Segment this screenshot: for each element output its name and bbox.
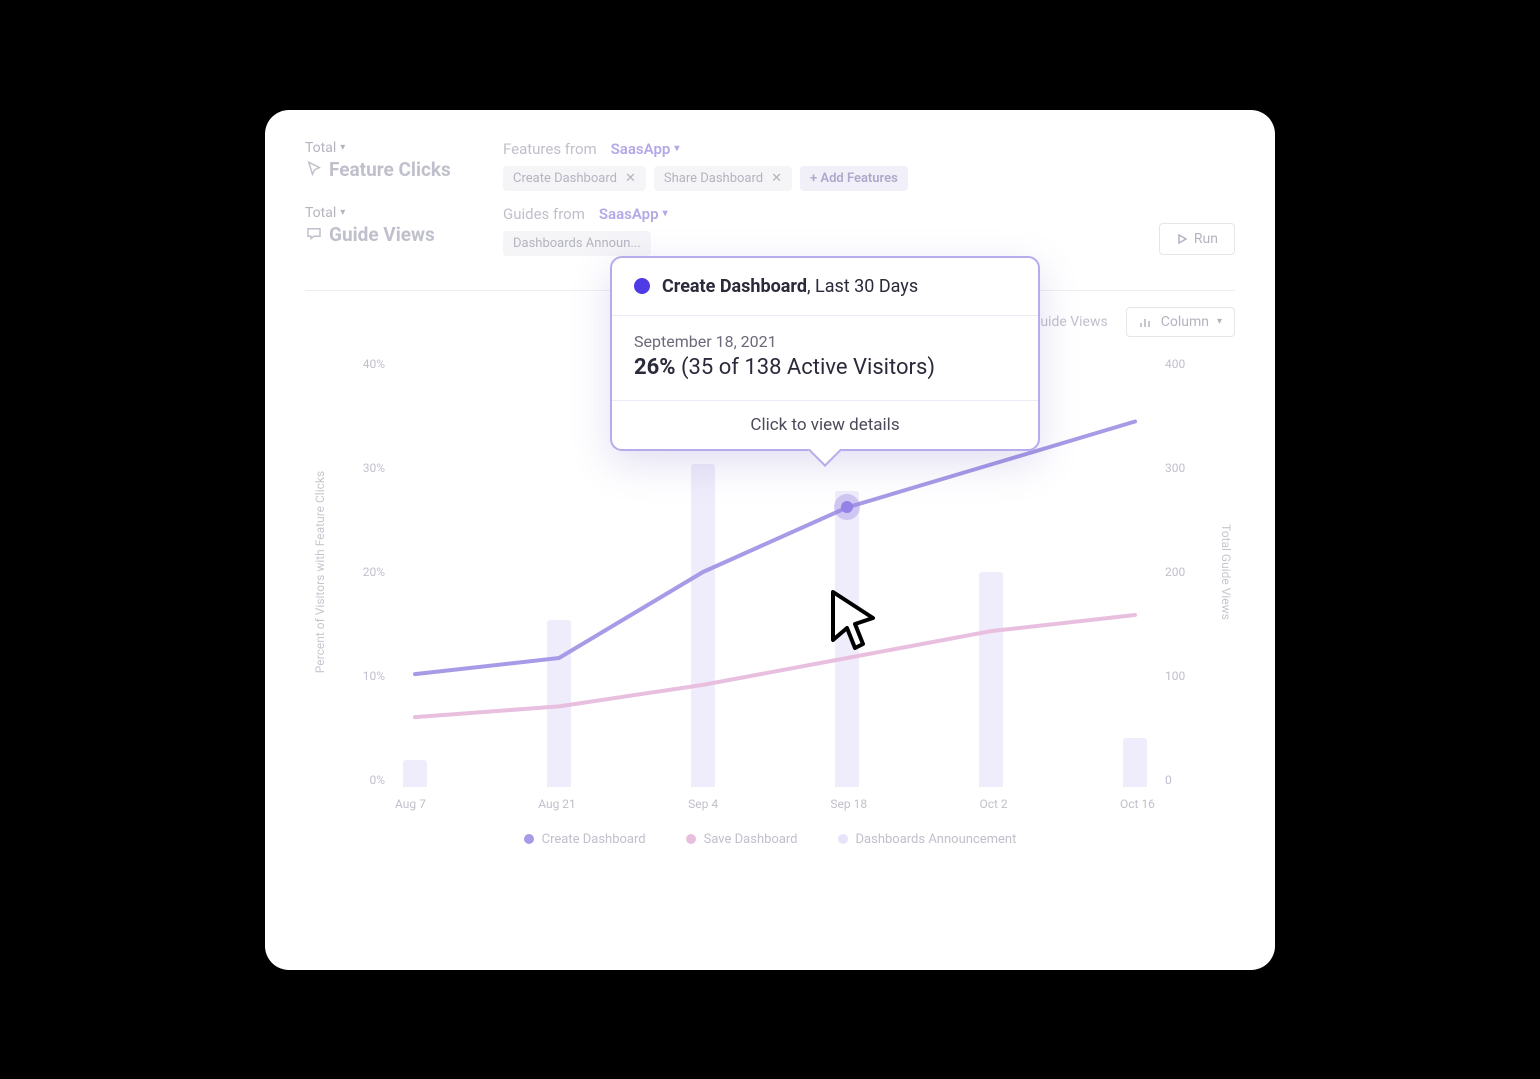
y-tick: 20% [335, 565, 385, 579]
chip-label: Dashboards Announ... [513, 236, 641, 251]
legend-label: Save Dashboard [704, 832, 798, 847]
chevron-down-icon: ▾ [674, 143, 679, 154]
guides-metric-block: Total ▾ Guide Views [305, 205, 475, 246]
guide-chip: Dashboards Announ... [503, 231, 651, 256]
chevron-down-icon: ▾ [340, 142, 345, 153]
legend-dot [524, 834, 534, 844]
cursor-icon [305, 160, 323, 178]
legend-item: Dashboards Announcement [838, 832, 1017, 847]
features-from-label: Features from [503, 140, 597, 158]
tooltip-percent: 26% [634, 355, 676, 380]
tooltip-header: Create Dashboard, Last 30 Days [612, 258, 1038, 316]
x-tick: Sep 4 [688, 797, 718, 811]
y-tick: 0% [335, 773, 385, 787]
legend-label: Create Dashboard [542, 832, 646, 847]
feature-chip: Create Dashboard ✕ [503, 166, 646, 191]
play-icon [1176, 233, 1188, 245]
x-axis: Aug 7 Aug 21 Sep 4 Sep 18 Oct 2 Oct 16 [395, 797, 1155, 811]
chip-label: Share Dashboard [664, 171, 763, 186]
guides-app-name: SaasApp [599, 205, 659, 223]
guide-views-title: Guide Views [305, 223, 475, 246]
tooltip-period: Last 30 Days [815, 276, 918, 297]
x-tick: Aug 7 [395, 797, 426, 811]
x-tick: Sep 18 [830, 797, 867, 811]
y-tick: 200 [1165, 565, 1215, 579]
features-metric-block: Total ▾ Feature Clicks [305, 140, 475, 181]
features-total-select[interactable]: Total ▾ [305, 140, 475, 156]
guides-chips: Dashboards Announ... [503, 231, 1159, 256]
y-tick: 40% [335, 357, 385, 371]
y-axis-right-label: Total Guide Views [1219, 524, 1233, 620]
run-button[interactable]: Run [1159, 223, 1235, 255]
features-total-label: Total [305, 140, 336, 156]
chart-tooltip[interactable]: Create Dashboard, Last 30 Days September… [610, 256, 1040, 451]
tooltip-title: Create Dashboard, Last 30 Days [662, 276, 918, 297]
chat-icon [305, 225, 323, 243]
tooltip-series: Create Dashboard [662, 276, 807, 297]
guides-filter-row: Total ▾ Guide Views Guides from SaasApp … [305, 205, 1159, 256]
guides-total-label: Total [305, 205, 336, 221]
y-tick: 400 [1165, 357, 1215, 371]
x-tick: Aug 21 [538, 797, 576, 811]
features-filter-row: Total ▾ Feature Clicks Features from Saa… [305, 140, 1235, 191]
guide-views-legend-label: Guide Views [1031, 314, 1108, 330]
tooltip-value: 26% (35 of 138 Active Visitors) [634, 355, 1016, 380]
feature-clicks-title: Feature Clicks [305, 158, 475, 181]
tooltip-body: September 18, 2021 26% (35 of 138 Active… [612, 316, 1038, 400]
add-features-button[interactable]: + Add Features [800, 166, 908, 191]
y-tick: 100 [1165, 669, 1215, 683]
legend-dot [838, 834, 848, 844]
chevron-down-icon: ▾ [663, 208, 668, 219]
add-features-label: + Add Features [810, 171, 898, 186]
legend-dot [686, 834, 696, 844]
features-app-name: SaasApp [611, 140, 671, 158]
x-tick: Oct 16 [1120, 797, 1155, 811]
legend-item: Create Dashboard [524, 832, 646, 847]
y-tick: 10% [335, 669, 385, 683]
analytics-card: Total ▾ Feature Clicks Features from Saa… [265, 110, 1275, 970]
guide-views-label: Guide Views [329, 223, 435, 246]
y-tick: 0 [1165, 773, 1215, 787]
features-chips: Create Dashboard ✕ Share Dashboard ✕ + A… [503, 166, 1235, 191]
tooltip-date: September 18, 2021 [634, 332, 1016, 351]
guides-from-label: Guides from [503, 205, 585, 223]
features-from-label-row: Features from SaasApp ▾ [503, 140, 1235, 158]
chart-type-select[interactable]: Column ▾ [1126, 307, 1235, 337]
feature-chip: Share Dashboard ✕ [654, 166, 792, 191]
highlight-point[interactable] [834, 494, 860, 520]
cursor-pointer-icon [827, 588, 885, 658]
y-axis-left: 40% 30% 20% 10% 0% [335, 357, 385, 787]
chart-type-label: Column [1161, 314, 1209, 330]
legend-bottom: Create Dashboard Save Dashboard Dashboar… [305, 832, 1235, 847]
line-series[interactable] [415, 615, 1135, 717]
y-axis-right: 400 300 200 100 0 [1165, 357, 1215, 787]
x-tick: Oct 2 [979, 797, 1007, 811]
chevron-down-icon: ▾ [340, 207, 345, 218]
features-from-block: Features from SaasApp ▾ Create Dashboard… [503, 140, 1235, 191]
guides-total-select[interactable]: Total ▾ [305, 205, 475, 221]
chip-label: Create Dashboard [513, 171, 617, 186]
y-tick: 30% [335, 461, 385, 475]
close-icon[interactable]: ✕ [771, 171, 782, 186]
line-series[interactable] [415, 421, 1135, 674]
guides-from-block: Guides from SaasApp ▾ Dashboards Announ.… [503, 205, 1159, 256]
close-icon[interactable]: ✕ [625, 171, 636, 186]
feature-clicks-label: Feature Clicks [329, 158, 451, 181]
legend-item: Save Dashboard [686, 832, 798, 847]
chevron-down-icon: ▾ [1217, 316, 1222, 327]
legend-label: Dashboards Announcement [856, 832, 1017, 847]
column-chart-icon [1139, 315, 1153, 329]
run-label: Run [1194, 231, 1218, 247]
y-tick: 300 [1165, 461, 1215, 475]
guides-app-select[interactable]: SaasApp ▾ [599, 205, 668, 223]
tooltip-detail: (35 of 138 Active Visitors) [681, 355, 935, 380]
tooltip-series-dot [634, 278, 650, 294]
guides-from-label-row: Guides from SaasApp ▾ [503, 205, 1159, 223]
y-axis-left-label: Percent of Visitors with Feature Clicks [313, 470, 327, 672]
features-app-select[interactable]: SaasApp ▾ [611, 140, 680, 158]
